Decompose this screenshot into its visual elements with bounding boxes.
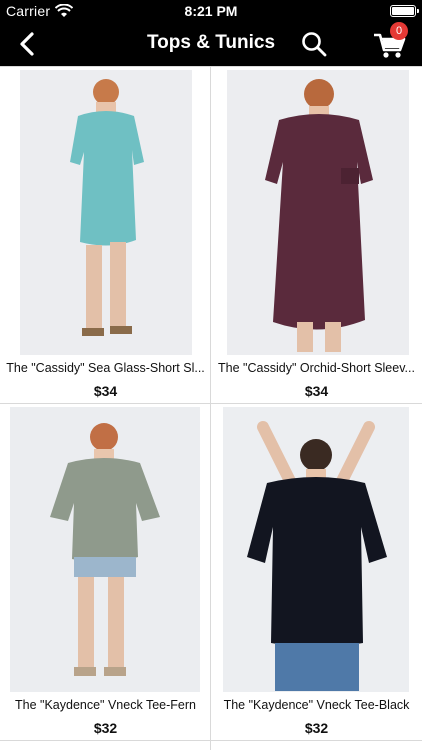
product-price: $34 <box>93 383 118 399</box>
product-card[interactable]: The "Kaydence" Vneck Tee-Black $32 <box>211 404 422 741</box>
page-title: Tops & Tunics <box>146 32 276 53</box>
product-image[interactable] <box>10 407 200 692</box>
battery-icon <box>390 5 419 17</box>
product-name[interactable]: The "Kaydence" Vneck Tee-Black <box>217 698 416 712</box>
product-image[interactable] <box>20 70 192 355</box>
product-image[interactable] <box>223 407 409 692</box>
product-price: $32 <box>93 720 118 736</box>
nav-bar: Tops & Tunics 0 <box>0 22 422 66</box>
product-card[interactable]: The "Kaydence" Vneck Tee-Fern $32 <box>0 404 211 741</box>
clock-time: 8:21 PM <box>184 3 238 19</box>
product-price: $34 <box>304 383 329 399</box>
cart-count-badge: 0 <box>390 22 408 40</box>
product-name[interactable]: The "Cassidy" Sea Glass-Short Sl... <box>6 361 205 375</box>
status-bar: Carrier 8:21 PM <box>0 0 422 22</box>
search-icon[interactable] <box>300 30 328 58</box>
product-name[interactable]: The "Kaydence" Vneck Tee-Fern <box>6 698 205 712</box>
product-card[interactable]: The "Cassidy" Sea Glass-Short Sl... $34 <box>0 67 211 404</box>
product-card[interactable]: The "Cassidy" Orchid-Short Sleev... $34 <box>211 67 422 404</box>
product-image[interactable] <box>227 70 409 355</box>
header: Carrier 8:21 PM Tops & Tunics 0 <box>0 0 422 66</box>
product-name[interactable]: The "Cassidy" Orchid-Short Sleev... <box>217 361 416 375</box>
product-price: $32 <box>304 720 329 736</box>
